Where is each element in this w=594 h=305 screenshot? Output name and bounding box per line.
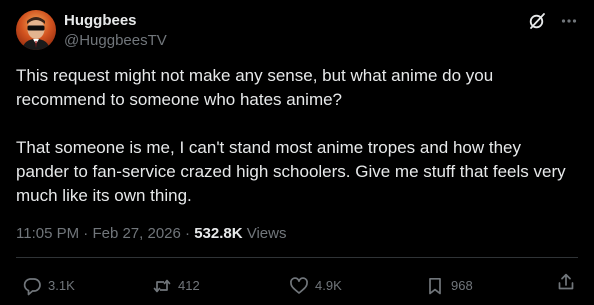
bookmark-icon <box>429 277 441 295</box>
post-header: Huggbees @HuggbeesTV <box>16 8 578 52</box>
post-paragraph-1: This request might not make any sense, b… <box>16 66 494 109</box>
views-label: Views <box>246 225 287 242</box>
reply-count: 3.1K <box>48 278 75 293</box>
action-bar: 3.1K 412 4.9K 968 <box>16 272 578 300</box>
post-text: This request might not make any sense, b… <box>16 64 576 208</box>
repost-count: 412 <box>178 278 200 293</box>
reply-icon <box>23 278 41 296</box>
author-names: Huggbees @HuggbeesTV <box>64 11 167 51</box>
repost-icon <box>153 279 171 293</box>
avatar[interactable] <box>16 10 56 50</box>
author-display-name[interactable]: Huggbees <box>64 11 167 31</box>
avatar-portrait-icon <box>22 17 50 50</box>
author-handle[interactable]: @HuggbeesTV <box>64 31 167 51</box>
reply-button[interactable]: 3.1K <box>22 272 75 300</box>
heart-icon <box>290 277 308 294</box>
meta-separator: · <box>83 225 89 242</box>
post-paragraph-2: That someone is me, I can't stand most a… <box>16 138 566 205</box>
like-count: 4.9K <box>315 278 342 293</box>
more-icon[interactable] <box>560 12 578 30</box>
post-card: Huggbees @HuggbeesTV This request might … <box>0 0 594 305</box>
divider <box>16 257 578 258</box>
like-button[interactable]: 4.9K <box>289 272 342 300</box>
post-time[interactable]: 11:05 PM <box>16 225 79 242</box>
bookmark-count: 968 <box>451 278 473 293</box>
repost-button[interactable]: 412 <box>152 272 200 300</box>
meta-separator: · <box>185 225 191 242</box>
post-date[interactable]: Feb 27, 2026 <box>92 225 180 242</box>
share-button[interactable] <box>556 272 576 292</box>
views-count[interactable]: 532.8K <box>194 225 242 242</box>
bookmark-button[interactable]: 968 <box>425 272 473 300</box>
post-meta: 11:05 PM · Feb 27, 2026 · 532.8K Views <box>16 224 286 244</box>
header-actions <box>528 12 578 30</box>
grok-icon[interactable] <box>528 12 546 30</box>
share-icon <box>558 273 574 290</box>
